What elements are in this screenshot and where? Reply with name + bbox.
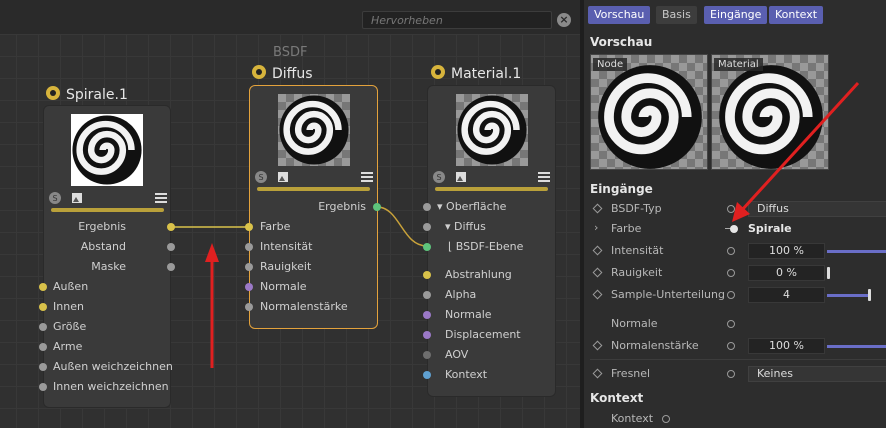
s-icon[interactable]: S — [49, 192, 61, 204]
diffus-node-title[interactable]: Diffus — [252, 65, 312, 82]
svg-text:S: S — [258, 173, 263, 182]
port-normale: Normale — [260, 280, 307, 293]
port-ergebnis: Ergebnis — [318, 200, 366, 213]
svg-text:S: S — [436, 173, 441, 182]
image-icon[interactable] — [71, 192, 83, 204]
node-type-icon — [252, 65, 266, 79]
node-editor[interactable]: Hervorheben × BSDF Spirale.1 S Ergebnis … — [0, 0, 580, 428]
port-dot[interactable] — [423, 223, 431, 231]
port-dot[interactable] — [423, 291, 431, 299]
node-type-icon — [431, 65, 445, 79]
port-rauigkeit: Rauigkeit — [260, 260, 312, 273]
menu-icon[interactable] — [361, 171, 373, 183]
port-bsdf-ebene: ⌊ BSDF-Ebene — [448, 240, 524, 253]
node-color-bar — [257, 187, 370, 191]
port-alpha: Alpha — [445, 288, 477, 301]
menu-icon[interactable] — [155, 192, 167, 204]
port-dot[interactable] — [39, 323, 47, 331]
wire-diffus-bsdf — [376, 206, 428, 247]
port-aussen: Außen — [53, 280, 89, 293]
port-dot[interactable] — [423, 243, 431, 251]
attribute-panel: Vorschau Basis Eingänge Kontext Vorschau… — [584, 0, 886, 428]
node-color-bar — [51, 208, 164, 212]
port-maske: Maske — [91, 260, 126, 273]
port-dot[interactable] — [245, 283, 253, 291]
port-farbe: Farbe — [260, 220, 291, 233]
menu-icon[interactable] — [538, 171, 550, 183]
s-icon[interactable]: S — [433, 171, 445, 183]
svg-text:S: S — [52, 194, 57, 203]
port-dot[interactable] — [423, 331, 431, 339]
port-ergebnis: Ergebnis — [78, 220, 126, 233]
port-dot[interactable] — [39, 283, 47, 291]
port-dot[interactable] — [423, 203, 431, 211]
annotation-arrow — [732, 81, 860, 222]
material-thumbnail — [456, 94, 528, 166]
s-icon[interactable]: S — [255, 171, 267, 183]
spirale-thumbnail — [71, 114, 143, 186]
port-arme: Arme — [53, 340, 83, 353]
group-label: BSDF — [273, 45, 308, 60]
port-normale: Normale — [445, 308, 492, 321]
port-label: Oberfläche — [446, 200, 507, 213]
port-normalenstaerke: Normalenstärke — [260, 300, 348, 313]
port-abstrahlung: Abstrahlung — [445, 268, 512, 281]
port-dot[interactable] — [423, 351, 431, 359]
node-type-icon — [46, 86, 60, 100]
material-node-title[interactable]: Material.1 — [431, 65, 521, 82]
port-abstand: Abstand — [80, 240, 126, 253]
port-aussen-weich: Außen weichzeichnen — [53, 360, 173, 373]
port-dot[interactable] — [245, 303, 253, 311]
port-groesse: Größe — [53, 320, 87, 333]
port-dot[interactable] — [39, 303, 47, 311]
port-dot[interactable] — [423, 271, 431, 279]
port-dot[interactable] — [167, 223, 175, 231]
port-kontext: Kontext — [445, 368, 488, 381]
port-dot[interactable] — [423, 311, 431, 319]
port-displacement: Displacement — [445, 328, 521, 341]
port-innen-weich: Innen weichzeichnen — [53, 380, 169, 393]
port-dot[interactable] — [373, 203, 381, 211]
node-color-bar — [435, 187, 548, 191]
port-dot[interactable] — [167, 263, 175, 271]
port-oberflaeche[interactable]: ▾ Oberfläche — [437, 200, 506, 213]
port-dot[interactable] — [39, 343, 47, 351]
image-icon[interactable] — [277, 171, 289, 183]
port-dot[interactable] — [245, 223, 253, 231]
port-dot[interactable] — [245, 263, 253, 271]
port-dot[interactable] — [245, 243, 253, 251]
port-label: BSDF-Ebene — [455, 240, 524, 253]
port-dot[interactable] — [167, 243, 175, 251]
port-aov: AOV — [445, 348, 469, 361]
port-label: Diffus — [454, 220, 486, 233]
diffus-thumbnail — [278, 94, 350, 166]
port-intensitaet: Intensität — [260, 240, 313, 253]
spirale-node-title[interactable]: Spirale.1 — [46, 86, 128, 103]
port-diffus[interactable]: ▾ Diffus — [445, 220, 486, 233]
image-icon[interactable] — [455, 171, 467, 183]
port-innen: Innen — [53, 300, 84, 313]
port-dot[interactable] — [423, 371, 431, 379]
port-dot[interactable] — [39, 363, 47, 371]
port-dot[interactable] — [39, 383, 47, 391]
